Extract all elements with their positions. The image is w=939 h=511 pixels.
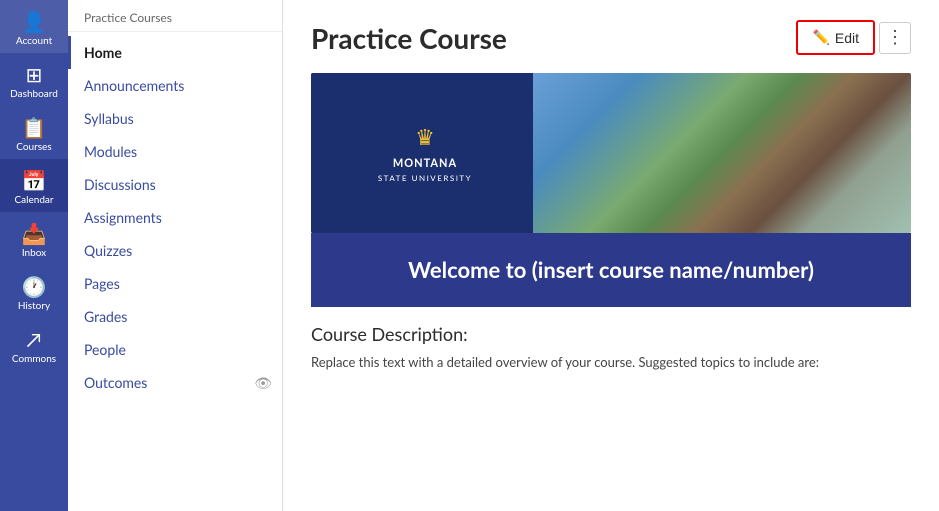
page-header: Practice Course ✏️ Edit ⋮ <box>311 20 911 55</box>
global-nav-item-commons[interactable]: ↗ Commons <box>0 318 68 371</box>
course-nav-link-people[interactable]: People <box>68 333 282 366</box>
dashboard-icon: ⊞ <box>26 63 43 87</box>
global-nav-item-calendar[interactable]: 📅 Calendar <box>0 159 68 212</box>
global-navigation: 👤 Account ⊞ Dashboard 📋 Courses 📅 Calend… <box>0 0 68 511</box>
course-nav-link-discussions[interactable]: Discussions <box>68 168 282 201</box>
global-nav-item-courses[interactable]: 📋 Courses <box>0 106 68 159</box>
pencil-icon: ✏️ <box>812 29 829 46</box>
welcome-banner: Welcome to (insert course name/number) <box>311 233 911 307</box>
global-nav-label-dashboard: Dashboard <box>10 89 58 100</box>
course-banner-image: ♛ MONTANA STATE UNIVERSITY <box>311 73 911 233</box>
course-nav-link-outcomes[interactable]: Outcomes <box>68 366 282 399</box>
page-title: Practice Course <box>311 21 507 55</box>
welcome-text: Welcome to (insert course name/number) <box>331 255 891 285</box>
edit-button[interactable]: ✏️ Edit <box>796 20 875 55</box>
msu-crown-icon: ♛ <box>415 123 435 151</box>
course-nav-item-announcements: Announcements <box>68 69 282 102</box>
course-nav-item-outcomes: Outcomes👁 <box>68 366 282 399</box>
course-nav-item-discussions: Discussions <box>68 168 282 201</box>
course-nav-item-people: People <box>68 333 282 366</box>
calendar-icon: 📅 <box>22 169 47 193</box>
global-nav-item-account[interactable]: 👤 Account <box>0 0 68 53</box>
global-nav-label-commons: Commons <box>12 354 56 365</box>
course-nav-item-pages: Pages <box>68 267 282 300</box>
msu-logo-subtext: STATE UNIVERSITY <box>378 173 472 183</box>
course-nav-link-home[interactable]: Home <box>68 36 282 69</box>
course-nav-item-syllabus: Syllabus <box>68 102 282 135</box>
msu-logo-text: MONTANA <box>393 157 457 171</box>
global-nav-label-account: Account <box>16 36 52 47</box>
more-options-button[interactable]: ⋮ <box>879 22 911 54</box>
msu-logo: ♛ MONTANA STATE UNIVERSITY <box>311 73 539 233</box>
commons-icon: ↗ <box>27 328 42 352</box>
inbox-icon: 📥 <box>22 222 47 246</box>
global-nav-label-inbox: Inbox <box>22 248 46 259</box>
course-nav-item-home: Home <box>68 36 282 69</box>
course-nav-link-quizzes[interactable]: Quizzes <box>68 234 282 267</box>
course-nav-item-quizzes: Quizzes <box>68 234 282 267</box>
breadcrumb: Practice Courses <box>68 0 282 32</box>
global-nav-label-courses: Courses <box>16 142 51 153</box>
account-icon: 👤 <box>22 10 47 34</box>
course-nav-link-announcements[interactable]: Announcements <box>68 69 282 102</box>
description-heading: Course Description: <box>311 323 911 345</box>
course-nav-item-assignments: Assignments <box>68 201 282 234</box>
campus-photo <box>533 73 911 233</box>
course-nav-link-modules[interactable]: Modules <box>68 135 282 168</box>
global-nav-label-calendar: Calendar <box>14 195 53 206</box>
global-nav-item-inbox[interactable]: 📥 Inbox <box>0 212 68 265</box>
history-icon: 🕐 <box>22 275 47 299</box>
global-nav-item-dashboard[interactable]: ⊞ Dashboard <box>0 53 68 106</box>
course-nav-link-grades[interactable]: Grades <box>68 300 282 333</box>
course-nav-link-syllabus[interactable]: Syllabus <box>68 102 282 135</box>
course-nav-list: HomeAnnouncementsSyllabusModulesDiscussi… <box>68 32 282 403</box>
course-navigation: Practice Courses HomeAnnouncementsSyllab… <box>68 0 283 511</box>
course-nav-link-pages[interactable]: Pages <box>68 267 282 300</box>
eye-icon[interactable]: 👁 <box>254 374 272 392</box>
ellipsis-icon: ⋮ <box>886 27 904 48</box>
global-nav-label-history: History <box>18 301 50 312</box>
course-nav-item-grades: Grades <box>68 300 282 333</box>
course-description: Course Description: Replace this text wi… <box>311 323 911 373</box>
course-nav-link-assignments[interactable]: Assignments <box>68 201 282 234</box>
courses-icon: 📋 <box>22 116 47 140</box>
header-actions: ✏️ Edit ⋮ <box>796 20 911 55</box>
global-nav-item-history[interactable]: 🕐 History <box>0 265 68 318</box>
main-content-area: Practice Course ✏️ Edit ⋮ ♛ MONTANA STAT… <box>283 0 939 511</box>
description-text: Replace this text with a detailed overvi… <box>311 353 911 373</box>
course-nav-item-modules: Modules <box>68 135 282 168</box>
